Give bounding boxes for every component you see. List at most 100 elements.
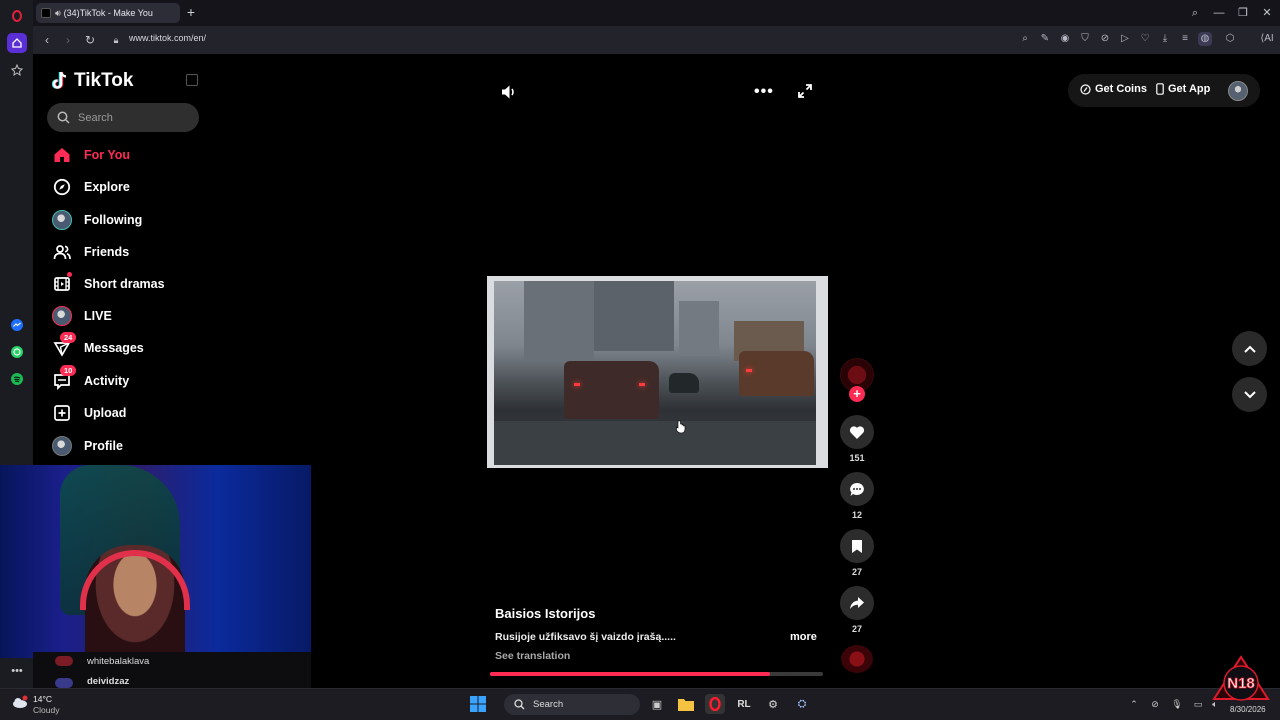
nav-activity[interactable]: 10 Activity bbox=[52, 365, 129, 393]
ai-icon[interactable]: ⟨AI bbox=[1255, 32, 1279, 46]
tiktok-logo[interactable]: TikTok bbox=[52, 70, 133, 92]
more-options-icon[interactable]: ••• bbox=[7, 661, 27, 681]
spotify-icon[interactable] bbox=[7, 369, 27, 389]
heart-icon[interactable]: ♡ bbox=[1138, 32, 1152, 46]
more-options-icon[interactable]: ••• bbox=[754, 83, 774, 101]
back-button[interactable]: ‹ bbox=[39, 32, 55, 48]
menu-icon[interactable]: ≡ bbox=[1178, 32, 1192, 46]
nav-messages[interactable]: 24 Messages bbox=[52, 332, 144, 360]
messages-badge: 24 bbox=[60, 332, 77, 343]
nav-live[interactable]: LIVE bbox=[52, 304, 112, 328]
like-button[interactable] bbox=[840, 415, 874, 449]
nav-for-you[interactable]: For You bbox=[52, 143, 130, 167]
fullscreen-icon[interactable] bbox=[797, 83, 813, 99]
shield-icon[interactable]: ⛉ bbox=[1078, 32, 1092, 46]
search-input[interactable] bbox=[78, 111, 188, 124]
network-off-icon[interactable]: ⊘ bbox=[1149, 698, 1161, 710]
nav-profile[interactable]: Profile bbox=[52, 434, 123, 458]
volume-icon[interactable] bbox=[500, 83, 518, 101]
like-action[interactable]: 151 bbox=[840, 415, 874, 463]
next-video-button[interactable] bbox=[1232, 377, 1267, 412]
windows-start-icon[interactable] bbox=[468, 694, 488, 714]
share-action[interactable]: 27 bbox=[840, 586, 874, 634]
bookmark-button[interactable] bbox=[840, 529, 874, 563]
new-tab-button[interactable]: + bbox=[183, 5, 199, 21]
comment-action[interactable]: 12 bbox=[840, 472, 874, 520]
close-window-button[interactable]: ✕ bbox=[1258, 5, 1276, 21]
windows-taskbar bbox=[0, 688, 1280, 720]
tab-tiktok[interactable]: 🔊︎ (34)TikTok - Make You bbox=[36, 3, 180, 23]
speaker-icon[interactable]: 🔊︎ bbox=[55, 8, 61, 19]
play-icon[interactable]: ▷ bbox=[1118, 32, 1132, 46]
rocket-league-icon[interactable]: RL bbox=[734, 694, 754, 714]
nav-following[interactable]: Following bbox=[52, 208, 142, 232]
get-coins-button[interactable]: Get Coins bbox=[1080, 83, 1147, 95]
previous-video-button[interactable] bbox=[1232, 331, 1267, 366]
camera-icon[interactable]: ◉ bbox=[1058, 32, 1072, 46]
messenger-icon[interactable] bbox=[7, 315, 27, 335]
chat-avatar bbox=[55, 678, 73, 688]
activity-badge: 10 bbox=[60, 365, 77, 376]
collapse-sidebar-icon[interactable] bbox=[186, 74, 198, 86]
restore-button[interactable]: ❐ bbox=[1234, 5, 1252, 21]
taskbar-date[interactable]: 8/30/2026 bbox=[1230, 705, 1266, 714]
chevron-up-icon bbox=[1243, 345, 1256, 353]
weather-temperature[interactable]: 14°C bbox=[33, 694, 52, 704]
adblock-icon[interactable]: ⊘ bbox=[1098, 32, 1112, 46]
cloud-icon[interactable] bbox=[11, 695, 29, 714]
nav-upload[interactable]: Upload bbox=[52, 401, 126, 425]
bookmark-count: 27 bbox=[851, 567, 862, 577]
microphone-icon[interactable]: 🎙︎ bbox=[1171, 698, 1183, 710]
follow-button[interactable]: + bbox=[849, 386, 865, 402]
chat-overlay: whitebalaklava deividzaz bbox=[33, 652, 311, 688]
file-explorer-icon[interactable] bbox=[676, 694, 696, 714]
opera-logo-icon[interactable] bbox=[7, 6, 27, 26]
address-bar: ‹ › ↻ 🔒︎ www.tiktok.com/en/ ⌕ ✎ ◉ ⛉ ⊘ ▷ … bbox=[33, 26, 1280, 54]
nav-short-dramas[interactable]: Short dramas bbox=[52, 272, 165, 296]
video-player[interactable] bbox=[487, 276, 828, 468]
video-caption: Rusijoje užfiksavo šį vaizdo įrašą..... bbox=[495, 631, 676, 643]
star-icon[interactable] bbox=[7, 60, 27, 80]
minimize-button[interactable]: — bbox=[1210, 5, 1228, 21]
home-icon[interactable] bbox=[7, 33, 27, 53]
music-disc-icon[interactable] bbox=[841, 645, 873, 673]
chat-avatar bbox=[55, 656, 73, 666]
profile-icon[interactable]: ◍ bbox=[1198, 32, 1212, 46]
search-bar[interactable] bbox=[47, 103, 199, 132]
share-button[interactable] bbox=[840, 586, 874, 620]
extensions-icon[interactable]: ⬡ bbox=[1223, 32, 1237, 46]
steam-icon[interactable]: ⛭ bbox=[792, 694, 812, 714]
nav-explore[interactable]: Explore bbox=[52, 175, 130, 199]
url-field[interactable]: www.tiktok.com/en/ bbox=[129, 33, 206, 43]
task-view-icon[interactable]: ▣ bbox=[647, 694, 667, 714]
edit-icon[interactable]: ✎ bbox=[1038, 32, 1052, 46]
chevron-down-icon bbox=[1243, 390, 1256, 398]
get-app-button[interactable]: Get App bbox=[1156, 83, 1210, 95]
taskbar-search[interactable]: Search bbox=[504, 694, 640, 715]
lock-icon[interactable]: 🔒︎ bbox=[108, 32, 124, 48]
user-avatar[interactable] bbox=[1228, 81, 1248, 101]
search-tabs-icon[interactable]: ⌕ bbox=[1186, 5, 1204, 21]
comment-button[interactable] bbox=[840, 472, 874, 506]
reload-button[interactable]: ↻ bbox=[82, 32, 98, 48]
phone-icon bbox=[1156, 83, 1164, 95]
heart-icon bbox=[849, 425, 865, 439]
nav-friends[interactable]: Friends bbox=[52, 240, 129, 264]
bookmark-action[interactable]: 27 bbox=[840, 529, 874, 577]
opera-taskbar-icon[interactable] bbox=[705, 694, 725, 714]
app-icon[interactable]: ⚙ bbox=[763, 694, 783, 714]
weather-description[interactable]: Cloudy bbox=[33, 705, 59, 715]
forward-button[interactable]: › bbox=[60, 32, 76, 48]
creator-name[interactable]: Baisios Istorijos bbox=[495, 606, 595, 621]
video-progress-bar[interactable] bbox=[490, 672, 823, 676]
zoom-icon[interactable]: ⌕ bbox=[1018, 32, 1032, 46]
display-icon[interactable]: ▭ bbox=[1192, 698, 1204, 710]
tray-expand-icon[interactable]: ⌃ bbox=[1128, 698, 1140, 710]
activity-icon: 10 bbox=[52, 365, 77, 391]
see-translation-link[interactable]: See translation bbox=[495, 650, 570, 662]
download-icon[interactable]: ⤓ bbox=[1158, 32, 1172, 46]
whatsapp-icon[interactable] bbox=[7, 342, 27, 362]
more-link[interactable]: more bbox=[790, 631, 817, 643]
comment-icon bbox=[850, 482, 864, 496]
coin-icon bbox=[1080, 83, 1091, 95]
